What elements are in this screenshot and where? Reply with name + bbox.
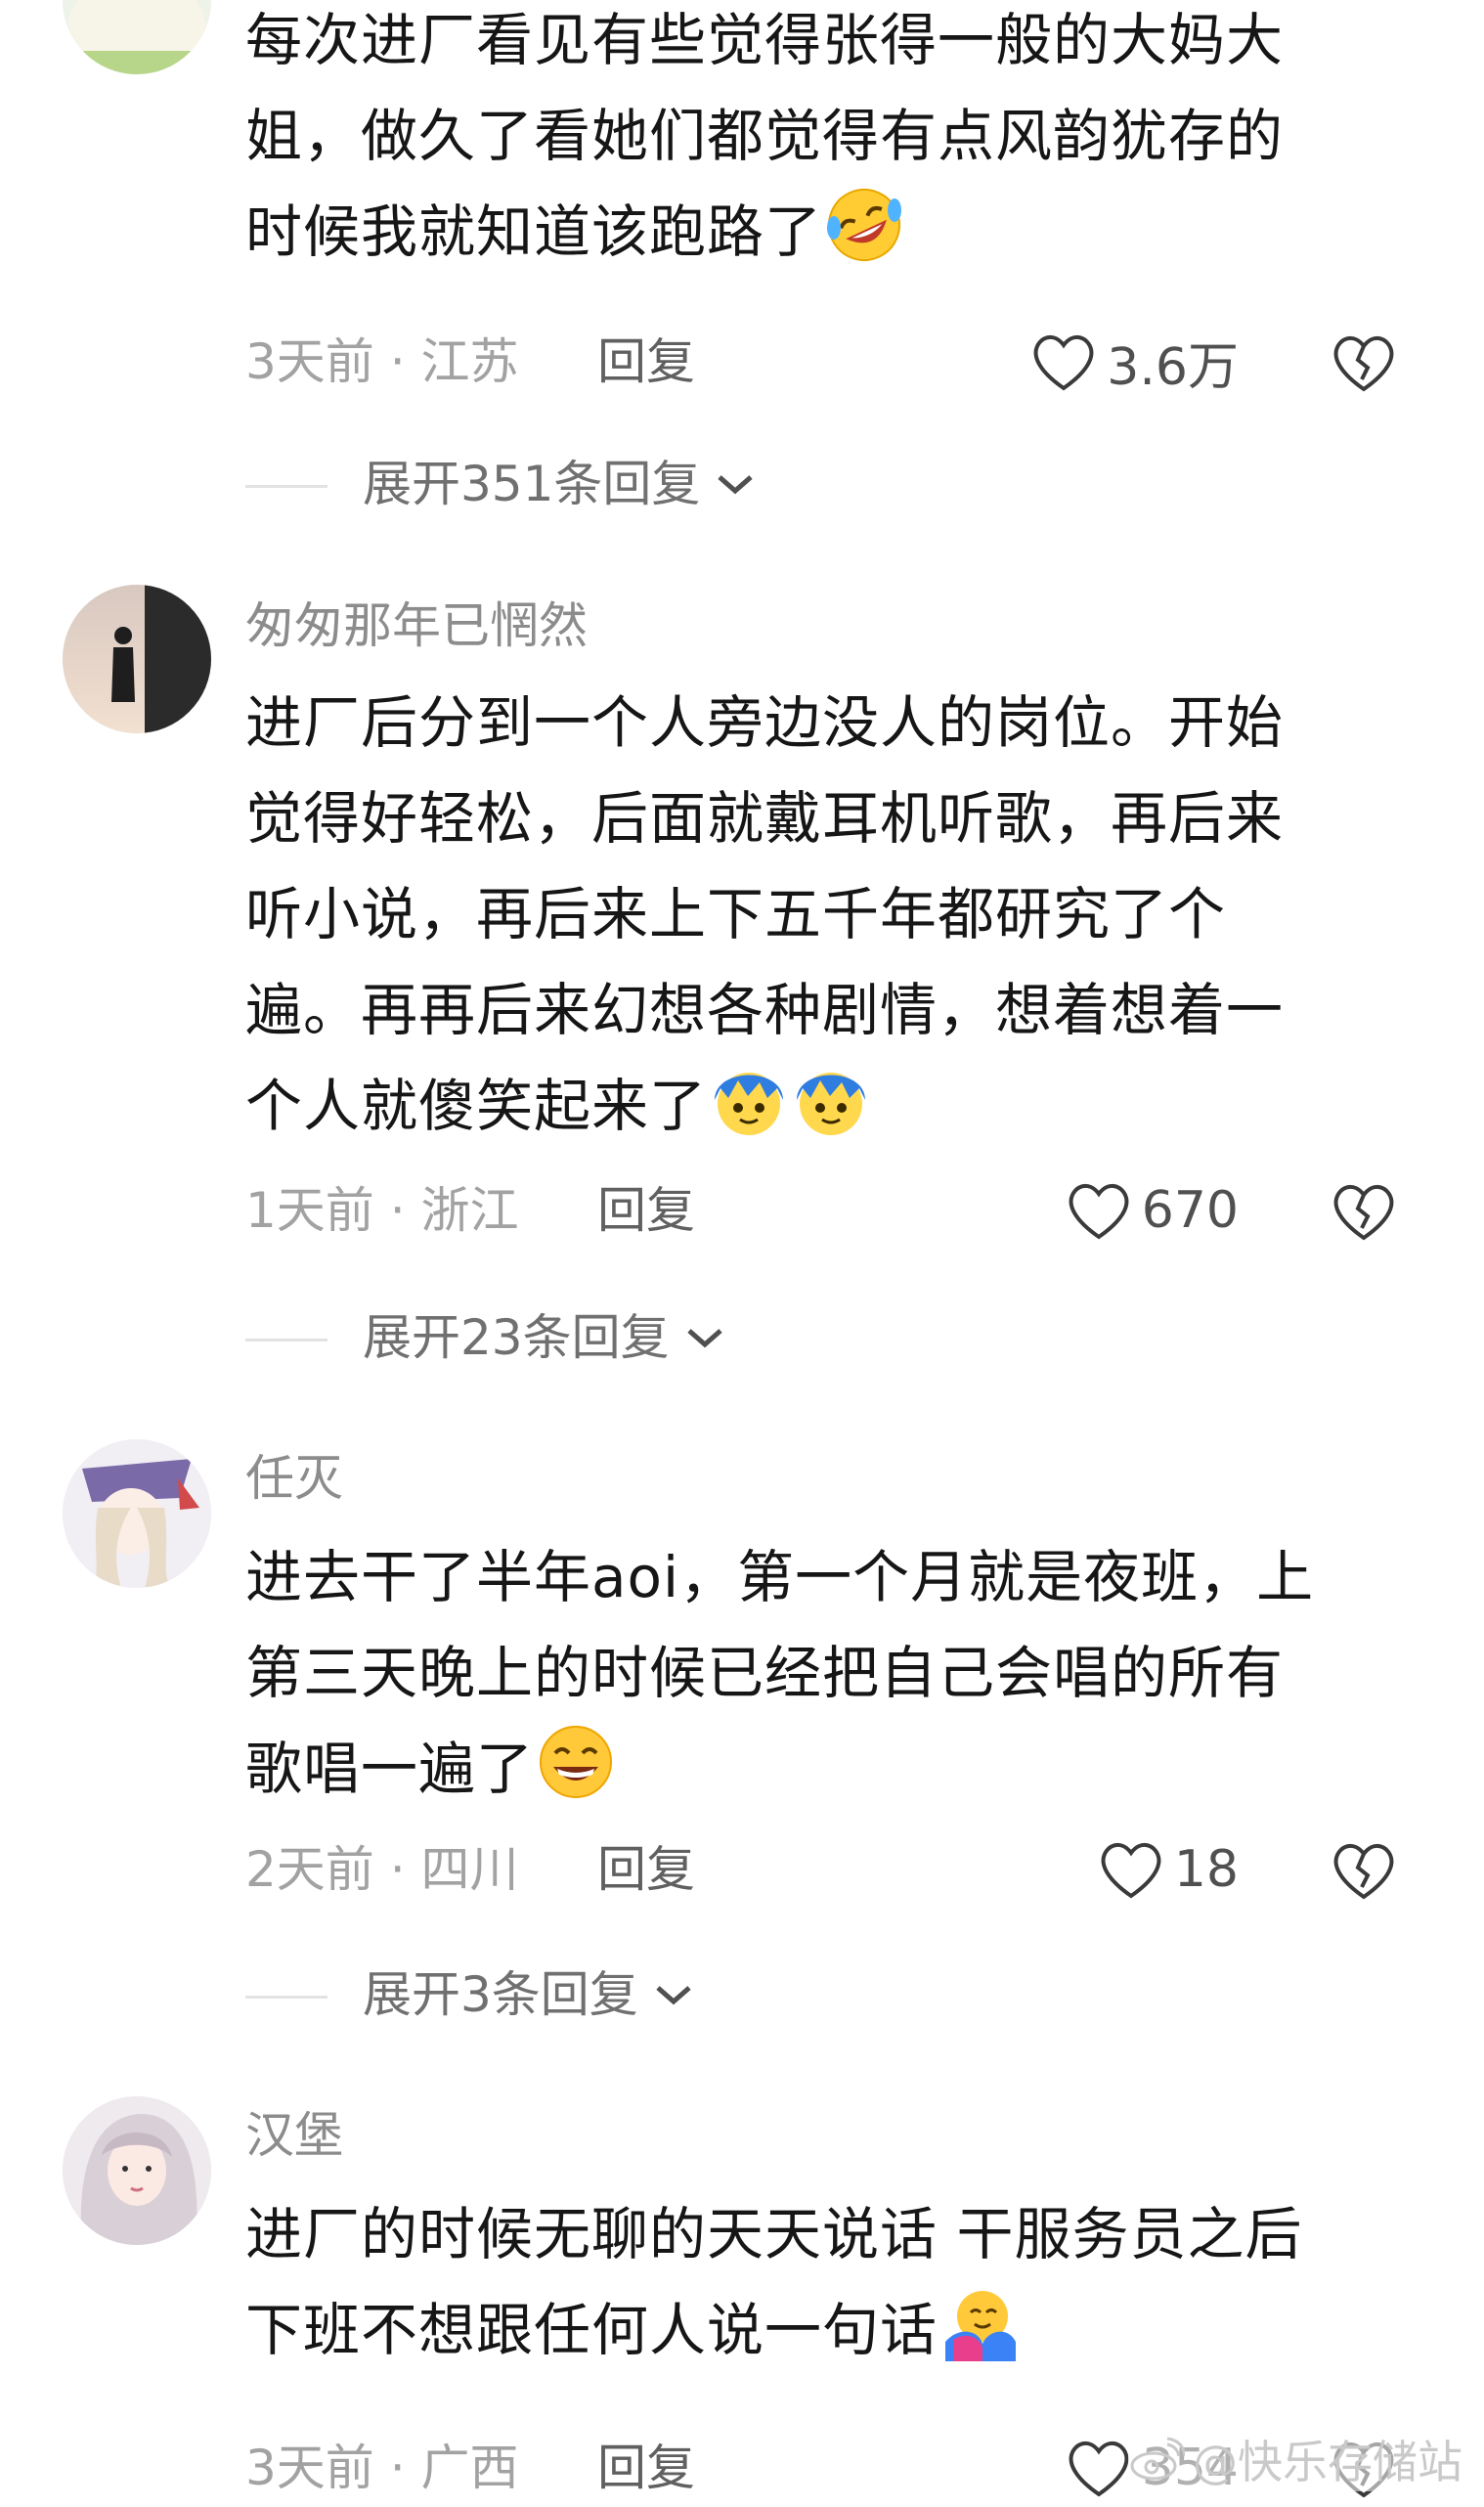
avatar[interactable]: [63, 2096, 211, 2245]
expand-replies: 展开23条回复: [245, 1303, 1125, 1372]
comment-meta: 3天前 · 江苏 回复 3.6万: [245, 323, 1419, 401]
grin-emoji: [540, 1726, 613, 1798]
like-button[interactable]: 3.6万: [1030, 323, 1239, 401]
broken-heart-icon[interactable]: [1331, 1179, 1397, 1244]
expand-replies-button[interactable]: 展开3条回复: [363, 1960, 695, 2029]
avatar-image: [63, 585, 211, 733]
reply-button[interactable]: 回复: [597, 2437, 695, 2499]
like-button[interactable]: 18: [1098, 1830, 1239, 1909]
comment-line: 下班不想跟任何人说一句话: [245, 2282, 1399, 2378]
comment-line: 觉得好轻松，后面就戴耳机听歌，再后来: [245, 785, 1285, 852]
divider: [245, 1996, 327, 1999]
comment-text: 进厂的时候无聊的天天说话 干服务员之后 下班不想跟任何人说一句话: [245, 2186, 1399, 2378]
comment-line: 进厂的时候无聊的天天说话 干服务员之后: [245, 2201, 1303, 2267]
blue-hair-face-emoji: [715, 1073, 784, 1135]
chevron-down-icon: [656, 1986, 691, 2005]
avatar-image: [63, 0, 211, 74]
comment-line: 第三天晚上的时候已经把自己会唱的所有: [245, 1640, 1285, 1706]
hug-emoji: [945, 2291, 1017, 2361]
avatar-image: [63, 1439, 211, 1588]
expand-replies: 展开3条回复: [245, 1960, 1125, 2029]
comment-line: 时候我就知道该跑路了: [245, 184, 1399, 280]
username[interactable]: 匆匆那年已惘然: [245, 594, 588, 657]
username[interactable]: 任灭: [245, 1447, 343, 1510]
comment-text: 每次进厂看见有些觉得张得一般的大妈大 姐，做久了看她们都觉得有点风韵犹存的 时候…: [245, 0, 1399, 280]
heart-icon: [1101, 1842, 1161, 1899]
divider: [245, 1339, 327, 1341]
comment-text: 进厂后分到一个人旁边没人的岗位。开始 觉得好轻松，后面就戴耳机听歌，再后来 听小…: [245, 675, 1399, 1154]
heart-icon: [1069, 1183, 1129, 1240]
time-location: 2天前 · 四川: [245, 1841, 519, 1898]
blue-hair-face-emoji: [797, 1073, 866, 1135]
weibo-icon: [1130, 2437, 1185, 2481]
divider: [245, 485, 327, 488]
like-button[interactable]: 670: [1066, 1171, 1239, 1250]
reply-button[interactable]: 回复: [597, 1179, 695, 1242]
comment-meta: 1天前 · 浙江 回复 670: [245, 1171, 1419, 1250]
reply-button[interactable]: 回复: [597, 1838, 695, 1901]
expand-replies: 展开351条回复: [245, 450, 1125, 518]
avatar[interactable]: [63, 585, 211, 733]
chevron-down-icon: [686, 1329, 722, 1348]
avatar[interactable]: [63, 1439, 211, 1588]
avatar-image: [63, 2096, 211, 2245]
chevron-down-icon: [718, 475, 754, 495]
time-location: 3天前 · 广西: [245, 2440, 519, 2496]
comment-line: 姐，做久了看她们都觉得有点风韵犹存的: [245, 103, 1285, 169]
comment-text: 进去干了半年aoi，第一个月就是夜班，上 第三天晚上的时候已经把自己会唱的所有 …: [245, 1529, 1399, 1817]
comment-line: 进厂后分到一个人旁边没人的岗位。开始: [245, 689, 1285, 756]
username[interactable]: 汉堡: [245, 2104, 343, 2167]
avatar[interactable]: [63, 0, 211, 74]
heart-icon: [1069, 2441, 1129, 2497]
watermark: @快乐存储站: [1128, 2427, 1462, 2491]
broken-heart-icon[interactable]: [1331, 330, 1397, 395]
time-location: 1天前 · 浙江: [245, 1182, 519, 1239]
comment-line: 遍。再再后来幻想各种剧情，想着想着一: [245, 977, 1285, 1043]
comment-line: 进去干了半年aoi，第一个月就是夜班，上: [245, 1544, 1315, 1610]
comment-meta: 2天前 · 四川 回复 18: [245, 1830, 1419, 1909]
rofl-emoji: [827, 189, 902, 261]
expand-replies-button[interactable]: 展开23条回复: [363, 1303, 726, 1372]
comment-line: 听小说，再后来上下五千年都研究了个: [245, 881, 1227, 947]
watermark-text: @快乐存储站: [1193, 2436, 1462, 2488]
comment-line: 个人就傻笑起来了: [245, 1058, 1399, 1154]
comment-line: 每次进厂看见有些觉得张得一般的大妈大: [245, 7, 1285, 73]
like-count: 3.6万: [1107, 337, 1239, 397]
broken-heart-icon[interactable]: [1331, 1838, 1397, 1903]
like-count: 670: [1141, 1181, 1239, 1240]
reply-button[interactable]: 回复: [597, 330, 695, 393]
expand-replies-button[interactable]: 展开351条回复: [363, 450, 757, 518]
like-count: 18: [1173, 1840, 1239, 1899]
heart-icon: [1033, 334, 1094, 391]
comment-line: 歌唱一遍了: [245, 1721, 1399, 1817]
time-location: 3天前 · 江苏: [245, 333, 519, 390]
